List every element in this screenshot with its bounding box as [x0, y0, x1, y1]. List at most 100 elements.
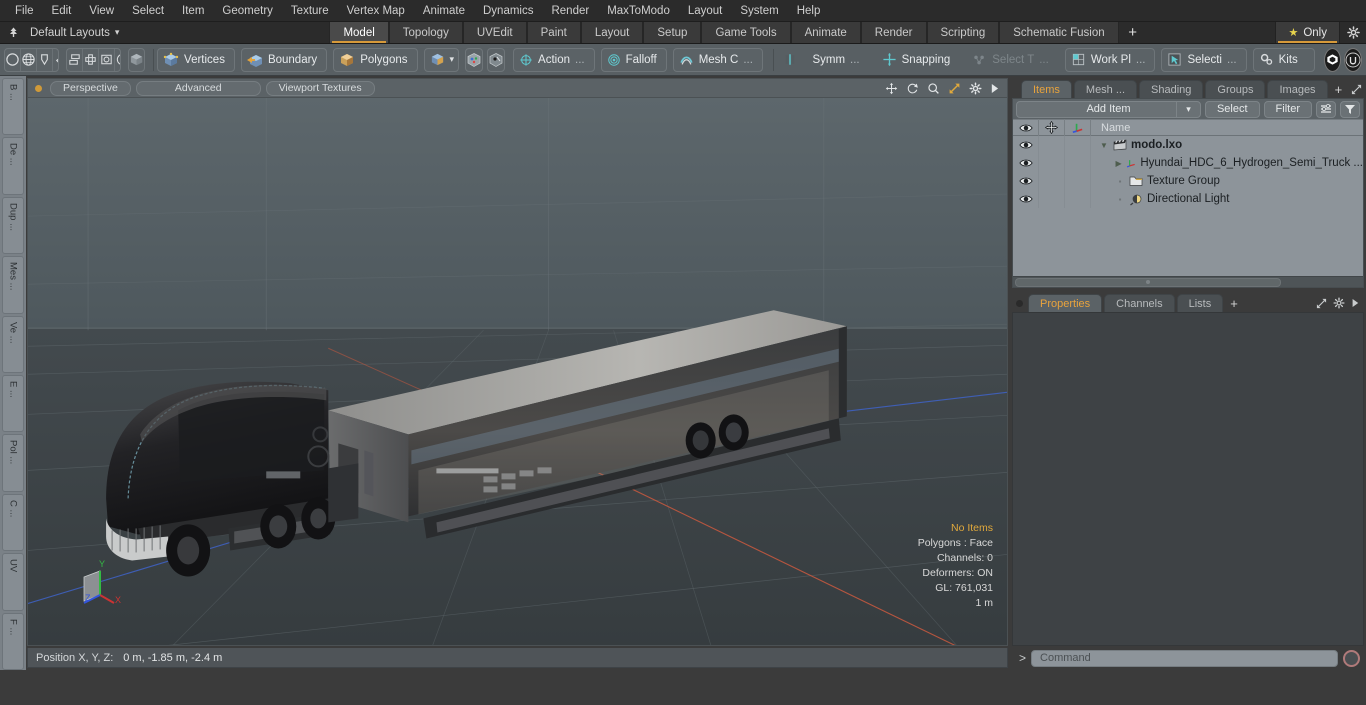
tree-move-cell[interactable]	[1039, 136, 1065, 154]
radial-icon[interactable]	[114, 49, 121, 71]
funnel-icon[interactable]	[1340, 101, 1360, 118]
scrollbar-thumb[interactable]	[1015, 278, 1281, 287]
tree-move-cell[interactable]	[1039, 154, 1065, 172]
menu-item-system[interactable]: System	[731, 0, 787, 22]
layout-tab-animate[interactable]: Animate	[791, 22, 861, 43]
filter-button[interactable]: Filter	[1264, 101, 1312, 118]
substance-icon[interactable]	[1324, 48, 1341, 72]
axis-cube-dark-icon[interactable]	[487, 48, 505, 72]
gear-icon[interactable]	[1333, 297, 1345, 309]
left-tool-tab-5[interactable]: E ...	[2, 375, 24, 432]
add-item-button[interactable]: Add Item ▾	[1016, 101, 1201, 118]
axis-icon[interactable]	[1065, 119, 1091, 136]
menu-item-maxtomodo[interactable]: MaxToModo	[598, 0, 679, 22]
work-plane-dropdown[interactable]: Work Pl ...	[1065, 48, 1156, 72]
eye-icon[interactable]	[1013, 154, 1039, 172]
cube-tool-button[interactable]	[128, 48, 145, 72]
tree-move-cell[interactable]	[1039, 172, 1065, 190]
viewport-menu-dot-icon[interactable]	[35, 85, 42, 92]
menu-item-dynamics[interactable]: Dynamics	[474, 0, 542, 22]
layout-tab-model[interactable]: Model	[329, 22, 388, 43]
properties-tab-properties[interactable]: Properties	[1028, 294, 1102, 312]
snapping-dropdown[interactable]: Snapping	[876, 48, 961, 72]
items-tree-row[interactable]: ▪Directional Light	[1013, 190, 1363, 208]
zoom-icon[interactable]	[927, 82, 940, 95]
eye-icon[interactable]	[1013, 136, 1039, 154]
tree-twisty-icon[interactable]: ▶	[1115, 159, 1122, 168]
menu-item-render[interactable]: Render	[542, 0, 598, 22]
items-tab-items[interactable]: Items	[1021, 80, 1072, 98]
menu-item-view[interactable]: View	[80, 0, 123, 22]
layout-tab-render[interactable]: Render	[861, 22, 927, 43]
viewport-perspective-button[interactable]: Perspective	[50, 81, 131, 96]
items-tab-images[interactable]: Images	[1267, 80, 1327, 98]
record-icon[interactable]	[1343, 650, 1360, 667]
default-layouts-dropdown[interactable]: Default Layouts ▾	[26, 22, 129, 43]
falloff-dropdown[interactable]: Falloff	[601, 48, 667, 72]
axis-cube-icon[interactable]	[465, 48, 483, 72]
only-toggle-button[interactable]: ★ Only	[1275, 22, 1340, 43]
circle-icon[interactable]	[5, 49, 20, 71]
mode-pill-vertices[interactable]: Vertices	[157, 48, 235, 72]
items-tree-row[interactable]: ▪Texture Group	[1013, 172, 1363, 190]
left-tool-tab-0[interactable]: B ...	[2, 78, 24, 135]
viewport-3d[interactable]: No ItemsPolygons : FaceChannels: 0Deform…	[27, 97, 1008, 646]
chevron-right-icon[interactable]	[990, 83, 999, 94]
left-tool-tab-1[interactable]: De ...	[2, 137, 24, 194]
mesh-constraint-dropdown[interactable]: Mesh C ...	[673, 48, 763, 72]
kits-dropdown[interactable]: Kits	[1253, 48, 1315, 72]
layout-tab-uvedit[interactable]: UVEdit	[463, 22, 527, 43]
left-tool-tab-9[interactable]: F ...	[2, 613, 24, 670]
tree-move-cell[interactable]	[1039, 190, 1065, 208]
chevron-right-icon[interactable]	[1351, 298, 1359, 308]
items-tab-groups[interactable]: Groups	[1205, 80, 1265, 98]
properties-panel-menu-dot-icon[interactable]	[1016, 300, 1023, 307]
layout-tab-paint[interactable]: Paint	[527, 22, 581, 43]
left-tool-tab-6[interactable]: Pol ...	[2, 434, 24, 491]
symmetry-dropdown[interactable]: Symm ...	[777, 48, 869, 72]
menu-item-edit[interactable]: Edit	[43, 0, 81, 22]
command-input[interactable]: Command	[1031, 650, 1338, 667]
menu-item-layout[interactable]: Layout	[679, 0, 732, 22]
expand-icon[interactable]	[1316, 298, 1327, 309]
eye-icon[interactable]	[1013, 119, 1039, 136]
pen-icon[interactable]	[36, 49, 52, 71]
viewport-advanced-button[interactable]: Advanced	[136, 81, 261, 96]
properties-tab-channels[interactable]: Channels	[1104, 294, 1174, 312]
layout-settings-gear-icon[interactable]	[1340, 22, 1366, 43]
tree-axis-cell[interactable]	[1065, 154, 1091, 172]
fit-icon[interactable]	[948, 82, 961, 95]
list-toggle-icon[interactable]	[1316, 101, 1336, 118]
frame-icon[interactable]	[98, 49, 114, 71]
menu-item-geometry[interactable]: Geometry	[213, 0, 282, 22]
eye-icon[interactable]	[1013, 190, 1039, 208]
cube-dropdown-button[interactable]: ▾	[424, 48, 460, 72]
add-layout-tab-button[interactable]: +	[1119, 22, 1147, 43]
menu-item-help[interactable]: Help	[788, 0, 830, 22]
items-tree-row[interactable]: ▶Hyundai_HDC_6_Hydrogen_Semi_Truck ...	[1013, 154, 1363, 172]
left-tool-tab-7[interactable]: C ...	[2, 494, 24, 551]
expand-icon[interactable]	[1351, 84, 1362, 95]
layout-tab-topology[interactable]: Topology	[389, 22, 463, 43]
left-tool-tab-8[interactable]: UV	[2, 553, 24, 610]
items-horizontal-scrollbar[interactable]	[1013, 276, 1363, 287]
eye-icon[interactable]	[1013, 172, 1039, 190]
tree-axis-cell[interactable]	[1065, 190, 1091, 208]
left-tool-tab-2[interactable]: Dup ...	[2, 197, 24, 254]
menu-item-texture[interactable]: Texture	[282, 0, 338, 22]
layout-tab-schematic-fusion[interactable]: Schematic Fusion	[999, 22, 1118, 43]
tree-axis-cell[interactable]	[1065, 136, 1091, 154]
items-tree-list[interactable]: ▼modo.lxo▶Hyundai_HDC_6_Hydrogen_Semi_Tr…	[1013, 136, 1363, 276]
cut-icon[interactable]	[52, 49, 59, 71]
center-icon[interactable]	[82, 49, 98, 71]
items-tab-mesh-[interactable]: Mesh ...	[1074, 80, 1137, 98]
menu-item-animate[interactable]: Animate	[414, 0, 474, 22]
items-tree-row[interactable]: ▼modo.lxo	[1013, 136, 1363, 154]
chevron-down-icon[interactable]: ▾	[1176, 101, 1200, 118]
menu-item-file[interactable]: File	[6, 0, 43, 22]
select-through-dropdown[interactable]: Select T ...	[966, 48, 1059, 72]
layout-tab-game-tools[interactable]: Game Tools	[701, 22, 790, 43]
globe-icon[interactable]	[20, 49, 36, 71]
menu-item-item[interactable]: Item	[173, 0, 213, 22]
items-name-column-header[interactable]: Name	[1091, 122, 1363, 134]
